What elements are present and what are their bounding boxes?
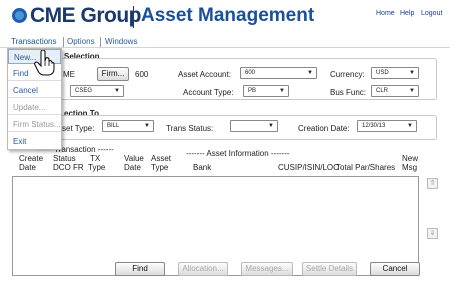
allocation-button[interactable]: Allocation... (178, 262, 228, 276)
col-status-2: DCO FR (53, 163, 84, 172)
col-asset-type-1: Asset (151, 154, 172, 163)
creation-date-label: Creation Date: (298, 124, 350, 133)
help-link[interactable]: Help (400, 10, 414, 17)
menu-windows[interactable]: Windows (105, 37, 137, 46)
cme-globe-icon (12, 8, 27, 23)
seg-value: CSEG (75, 88, 93, 94)
account-type-value: PB (248, 88, 257, 94)
asset-account-label: Asset Account: (178, 70, 231, 79)
col-tx-type-1: TX (90, 154, 101, 163)
trans-status-select[interactable] (230, 120, 278, 132)
col-tx-type-2: Type (88, 163, 106, 172)
col-create-date-1: Create (19, 154, 44, 163)
menu-divider (100, 37, 101, 47)
menu-item-cancel[interactable]: Cancel (8, 83, 61, 98)
menu-item-exit[interactable]: Exit (8, 134, 61, 149)
asset-type-select[interactable]: BILL (102, 120, 154, 132)
col-new-msg-2: Msg (402, 163, 418, 172)
scroll-up-button[interactable]: ⇑ (427, 178, 438, 189)
col-value-date-1: Value (124, 154, 144, 163)
col-asset-type-2: Type (151, 163, 169, 172)
account-type-label: Account Type: (183, 88, 234, 97)
menu-options[interactable]: Options (67, 37, 95, 46)
creation-date-value: 12/30/13 (362, 123, 386, 129)
logo-divider (133, 6, 134, 28)
scroll-down-button[interactable]: ⇓ (427, 228, 438, 239)
settle-details-button[interactable]: Settle Details (302, 262, 357, 276)
bus-func-value: CLR (376, 88, 389, 94)
currency-value: USD (376, 70, 389, 76)
col-value-date-2: Date (124, 163, 141, 172)
bus-func-select[interactable]: CLR (371, 85, 419, 97)
col-cusip: CUSIP/ISIN/LOC (278, 163, 339, 172)
asset-type-label: set Type: (62, 124, 95, 133)
col-new-msg-1: New (402, 154, 419, 163)
exchange-label: ME (63, 70, 75, 79)
currency-label: Currency: (330, 70, 365, 79)
currency-select[interactable]: USD (371, 67, 419, 79)
asset-account-value: 600 (245, 70, 256, 76)
menu-transactions[interactable]: Transactions (11, 37, 57, 46)
col-bank: Bank (193, 163, 212, 172)
firm-button[interactable]: Firm... (97, 67, 129, 81)
home-link[interactable]: Home (376, 10, 395, 17)
creation-date-input[interactable]: 12/30/13 (357, 120, 417, 132)
asset-type-value: BILL (107, 123, 120, 129)
results-table[interactable] (12, 176, 419, 276)
menu-item-firm-status[interactable]: Firm Status... (8, 117, 61, 132)
trans-status-label: Trans Status: (166, 124, 214, 133)
asset-account-select[interactable]: 600 (240, 67, 317, 79)
hand-cursor-icon (34, 49, 56, 78)
col-total-par: Total Par/Shares (336, 163, 396, 172)
brand-logo: CME Group (30, 4, 142, 27)
messages-button[interactable]: Messages... (241, 262, 293, 276)
col-create-date-2: Date (19, 163, 36, 172)
menu-item-update[interactable]: Update... (8, 100, 61, 115)
page-title: Asset Management (141, 5, 315, 26)
menu-divider (63, 37, 64, 47)
group-asset-header: ------- Asset Information ------- (186, 149, 290, 158)
seg-select[interactable]: CSEG (70, 85, 124, 97)
find-button[interactable]: Find (115, 262, 165, 276)
bus-func-label: Bus Func: (330, 88, 367, 97)
cancel-button[interactable]: Cancel (370, 262, 420, 276)
account-type-select[interactable]: PB (243, 85, 289, 97)
firm-value: 600 (135, 70, 149, 79)
logout-link[interactable]: Logout (421, 10, 442, 17)
col-status-1: Status (53, 154, 76, 163)
